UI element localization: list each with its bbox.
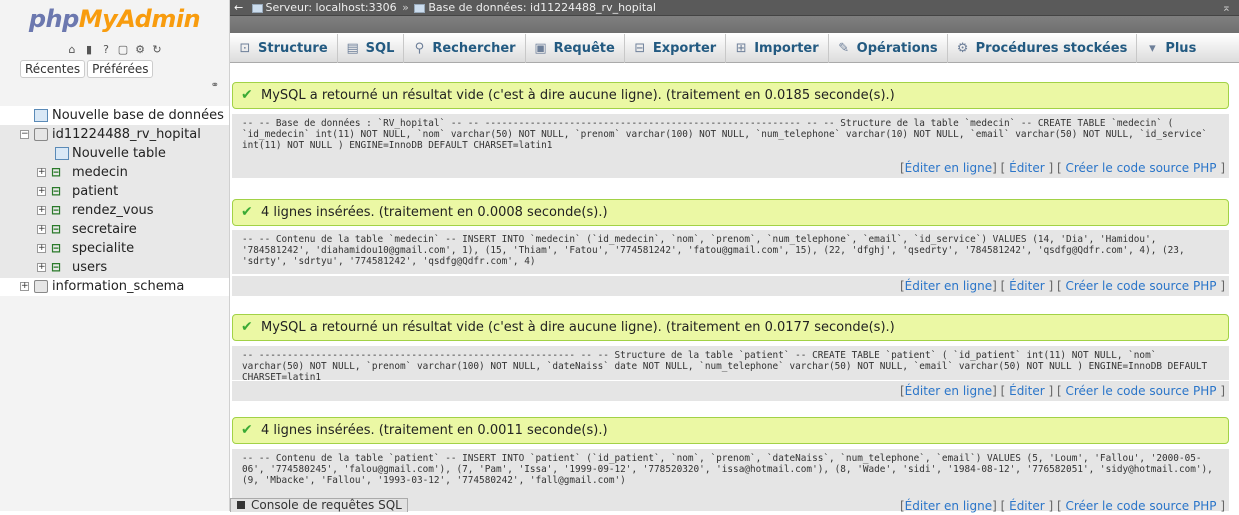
chevron-down-icon: ▾ xyxy=(1149,41,1156,56)
tab-export[interactable]: ⊟ Exporter xyxy=(625,34,727,63)
server-icon xyxy=(251,3,263,13)
routines-icon: ⚙ xyxy=(956,41,969,56)
logout-icon[interactable]: ▮ xyxy=(83,43,96,56)
tree-table-specialite[interactable]: + ⊟ specialite xyxy=(0,239,229,258)
expand-icon[interactable]: + xyxy=(37,187,46,196)
check-icon: ✔ xyxy=(241,87,253,103)
table-icon: ⊟ xyxy=(51,165,62,179)
tab-recent[interactable]: Récentes xyxy=(20,60,86,78)
reload-icon[interactable]: ↻ xyxy=(151,43,164,56)
export-icon: ⊟ xyxy=(634,41,646,56)
tab-routines[interactable]: ⚙ Procédures stockées xyxy=(948,34,1138,63)
search-icon: ⚲ xyxy=(414,41,425,56)
tab-more[interactable]: ▾ Plus xyxy=(1137,34,1205,63)
expand-icon[interactable]: + xyxy=(37,206,46,215)
database-tree: Nouvelle base de données − id11224488_rv… xyxy=(0,106,229,296)
success-message: ✔ 4 lignes insérées. (traitement en 0.00… xyxy=(232,417,1229,444)
sql-query-text: -- -- Base de données : `RV_hopital` -- … xyxy=(232,114,1229,158)
create-php-link[interactable]: Créer le code source PHP xyxy=(1065,279,1216,293)
menu-bar: ⊡ Structure ▤ SQL ⚲ Rechercher ▣ Requête ⊟ Ex… xyxy=(230,34,1239,63)
success-message: ✔ MySQL a retourné un résultat vide (c'e… xyxy=(232,314,1229,341)
success-message: ✔ MySQL a retourné un résultat vide (c'e… xyxy=(232,82,1229,109)
docs-icon[interactable]: ▢ xyxy=(117,43,130,56)
tab-search[interactable]: ⚲ Rechercher xyxy=(404,34,526,63)
table-icon: ⊟ xyxy=(51,241,62,255)
create-php-link[interactable]: Créer le code source PHP xyxy=(1065,384,1216,398)
check-icon: ✔ xyxy=(241,204,253,220)
tree-table-medecin[interactable]: + ⊟ medecin xyxy=(0,163,229,182)
edit-link[interactable]: Éditer xyxy=(1009,384,1045,398)
collapse-icon[interactable]: − xyxy=(20,130,29,139)
tree-new-table[interactable]: Nouvelle table xyxy=(0,144,229,163)
tree-table-secretaire[interactable]: + ⊟ secretaire xyxy=(0,220,229,239)
collapse-topbar-icon[interactable]: ⌅ xyxy=(1222,0,1231,16)
back-arrow-icon[interactable]: ← xyxy=(234,0,248,16)
navigation-panel: phpMyAdmin ⌂ ▮ ? ▢ ⚙ ↻ Récentes Préférée… xyxy=(0,0,230,511)
tab-sql[interactable]: ▤ SQL xyxy=(338,34,405,63)
tree-table-patient[interactable]: + ⊟ patient xyxy=(0,182,229,201)
create-php-link[interactable]: Créer le code source PHP xyxy=(1065,161,1216,175)
link-icon[interactable]: ⚭ xyxy=(0,80,229,94)
home-icon[interactable]: ⌂ xyxy=(66,43,79,56)
database-icon xyxy=(414,3,426,13)
tree-new-database[interactable]: Nouvelle base de données xyxy=(0,106,229,125)
content-area: ✔ MySQL a retourné un résultat vide (c'e… xyxy=(230,64,1239,513)
nav-tabs: Récentes Préférées xyxy=(0,60,229,80)
top-bar: ← Serveur: localhost:3306 » Base de donn… xyxy=(230,0,1239,33)
expand-icon[interactable]: + xyxy=(37,263,46,272)
breadcrumb-server[interactable]: Serveur: localhost:3306 xyxy=(266,1,397,14)
sql-icon: ▤ xyxy=(346,41,359,56)
expand-icon[interactable]: + xyxy=(37,168,46,177)
expand-icon[interactable]: + xyxy=(20,282,29,291)
expand-icon[interactable]: + xyxy=(37,225,46,234)
new-table-icon xyxy=(55,147,69,160)
table-icon: ⊟ xyxy=(51,184,62,198)
sql-query-text: -- -------------------------------------… xyxy=(232,346,1229,380)
tab-import[interactable]: ⊞ Importer xyxy=(726,34,829,63)
import-icon: ⊞ xyxy=(735,41,747,56)
gear-icon[interactable]: ⚙ xyxy=(134,43,147,56)
edit-inline-link[interactable]: Éditer en ligne xyxy=(905,279,992,293)
phpmyadmin-logo[interactable]: phpMyAdmin xyxy=(0,0,229,38)
edit-link[interactable]: Éditer xyxy=(1009,279,1045,293)
structure-icon: ⊡ xyxy=(239,41,251,56)
success-message: ✔ 4 lignes insérées. (traitement en 0.00… xyxy=(232,199,1229,226)
check-icon: ✔ xyxy=(241,422,253,438)
tree-table-rendez-vous[interactable]: + ⊟ rendez_vous xyxy=(0,201,229,220)
query-icon: ▣ xyxy=(534,41,547,56)
tree-db-rv-hopital[interactable]: − id11224488_rv_hopital xyxy=(0,125,229,144)
wrench-icon: ✎ xyxy=(838,41,850,56)
tab-operations[interactable]: ✎ Opérations xyxy=(829,34,948,63)
console-icon xyxy=(237,501,245,509)
help-icon[interactable]: ? xyxy=(100,43,113,56)
tab-query[interactable]: ▣ Requête xyxy=(526,34,625,63)
table-icon: ⊟ xyxy=(51,203,62,217)
sql-console-toggle[interactable]: Console de requêtes SQL xyxy=(230,498,408,512)
sql-query-text: -- -- Contenu de la table `medecin` -- I… xyxy=(232,230,1229,274)
tab-structure[interactable]: ⊡ Structure xyxy=(230,34,338,63)
sql-query-text: -- -- Contenu de la table `patient` -- I… xyxy=(232,449,1229,497)
tree-table-users[interactable]: + ⊟ users xyxy=(0,258,229,277)
database-icon xyxy=(34,128,48,141)
edit-link[interactable]: Éditer xyxy=(1009,161,1045,175)
edit-inline-link[interactable]: Éditer en ligne xyxy=(905,384,992,398)
table-icon: ⊟ xyxy=(51,222,62,236)
query-links: [Éditer en ligne] [ Éditer ] [ Créer le … xyxy=(232,381,1229,401)
database-icon xyxy=(34,280,48,293)
expand-icon[interactable]: + xyxy=(37,244,46,253)
table-icon: ⊟ xyxy=(51,260,62,274)
new-database-icon xyxy=(34,109,48,122)
edit-inline-link[interactable]: Éditer en ligne xyxy=(905,161,992,175)
breadcrumb-database[interactable]: Base de données: id11224488_rv_hopital xyxy=(428,1,656,14)
query-links: [Éditer en ligne] [ Éditer ] [ Créer le … xyxy=(232,158,1229,178)
nav-icon-bar: ⌂ ▮ ? ▢ ⚙ ↻ xyxy=(0,38,229,60)
query-links: [Éditer en ligne] [ Éditer ] [ Créer le … xyxy=(232,276,1229,296)
breadcrumb: ← Serveur: localhost:3306 » Base de donn… xyxy=(230,0,1239,16)
tab-favorites[interactable]: Préférées xyxy=(87,60,154,78)
check-icon: ✔ xyxy=(241,319,253,335)
tree-db-information-schema[interactable]: + information_schema xyxy=(0,277,229,296)
